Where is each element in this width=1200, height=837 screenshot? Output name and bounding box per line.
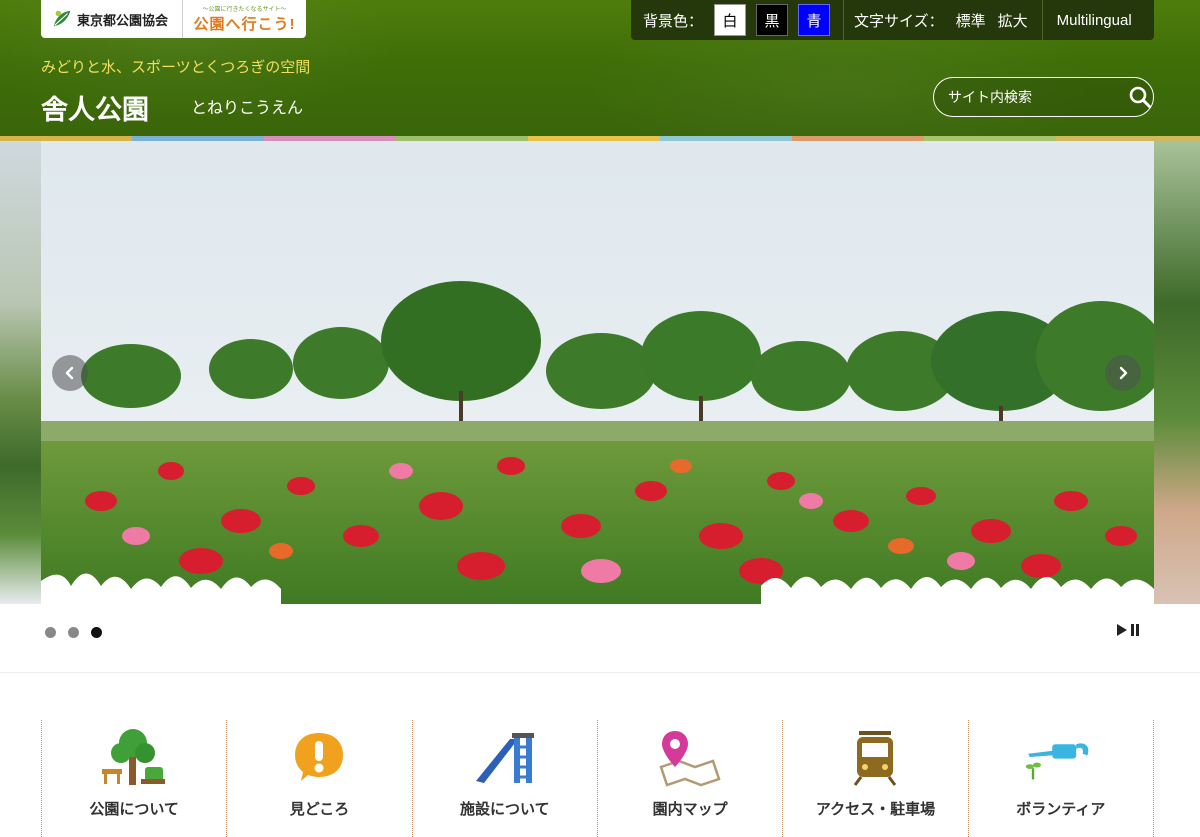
slider-dot-3[interactable] <box>91 627 102 638</box>
logo-box: 東京都公園協会 ～公園に行きたくなるサイト～ 公園へ行こう! <box>41 0 306 38</box>
pause-icon <box>1131 624 1139 636</box>
nav-label: 園内マップ <box>652 801 728 818</box>
hero-slider <box>0 141 1200 604</box>
nav-highlights[interactable]: 見どころ <box>226 720 411 837</box>
site-logo-link[interactable]: ～公園に行きたくなるサイト～ 公園へ行こう! <box>183 0 306 38</box>
next-slide-peek <box>1154 141 1200 604</box>
nav-label: 施設について <box>460 801 550 818</box>
nav-volunteer[interactable]: ボランティア <box>967 720 1154 837</box>
bg-white-button[interactable]: 白 <box>714 4 747 36</box>
nav-about-park[interactable]: 公園について <box>41 720 226 837</box>
org-logo-link[interactable]: 東京都公園協会 <box>41 0 183 38</box>
search-input[interactable] <box>948 89 1129 105</box>
search-box <box>933 77 1154 117</box>
slider-dots <box>45 627 102 638</box>
slide-image <box>41 141 1154 604</box>
nav-park-map[interactable]: 園内マップ <box>596 720 782 837</box>
nav-label: 見どころ <box>289 801 350 818</box>
slider-next-button[interactable] <box>1105 355 1141 391</box>
chevron-right-icon <box>1119 366 1128 380</box>
watering-can-icon <box>1025 743 1089 780</box>
tree-bench-icon <box>102 729 166 785</box>
site-name: 公園へ行こう! <box>193 16 296 33</box>
bg-blue-button[interactable]: 青 <box>798 4 831 36</box>
multilingual-link[interactable]: Multilingual <box>1051 12 1138 29</box>
slider-dot-1[interactable] <box>45 627 56 638</box>
bg-black-button[interactable]: 黒 <box>756 4 789 36</box>
park-tagline: みどりと水、スポーツとくつろぎの空間 <box>41 59 311 76</box>
search-icon <box>1129 86 1151 108</box>
exclamation-bubble-icon <box>295 733 344 781</box>
slider-controls <box>0 604 1200 666</box>
park-name-reading: とねりこうえん <box>191 100 304 117</box>
font-size-standard-button[interactable]: 標準 <box>950 10 992 31</box>
slide-icon <box>475 733 534 783</box>
chevron-left-icon <box>65 366 74 380</box>
font-size-large-button[interactable]: 拡大 <box>992 10 1034 31</box>
nav-facilities[interactable]: 施設について <box>411 720 597 837</box>
train-icon <box>854 731 897 786</box>
nav-access-parking[interactable]: アクセス・駐車場 <box>782 720 967 837</box>
main-nav: 公園について 見どころ 施設について 園内マップ アクセス・駐車場 ボランティア <box>41 720 1154 837</box>
page-title: 舎人公園 <box>41 95 149 125</box>
prev-slide-peek <box>0 141 41 604</box>
bg-color-label: 背景色： <box>643 12 704 30</box>
play-icon <box>1117 624 1127 636</box>
nav-label: アクセス・駐車場 <box>815 801 936 818</box>
park-flower-photo <box>41 141 1154 604</box>
font-size-label: 文字サイズ： <box>854 12 944 30</box>
nav-label: ボランティア <box>1016 801 1106 818</box>
org-name: 東京都公園協会 <box>77 12 169 28</box>
util-separator <box>1041 0 1043 40</box>
util-separator <box>843 0 845 40</box>
map-pin-icon <box>659 731 721 787</box>
slider-prev-button[interactable] <box>52 355 88 391</box>
play-pause-button[interactable] <box>1117 624 1140 636</box>
utility-bar: 背景色： 白 黒 青 文字サイズ： 標準 拡大 Multilingual <box>631 0 1154 40</box>
slider-dot-2[interactable] <box>68 627 79 638</box>
leaf-logo-icon <box>53 10 71 27</box>
site-header: 東京都公園協会 ～公園に行きたくなるサイト～ 公園へ行こう! 背景色： 白 黒 … <box>0 0 1200 136</box>
nav-label: 公園について <box>89 801 179 818</box>
section-divider <box>0 672 1200 673</box>
search-button[interactable] <box>1129 84 1151 110</box>
site-tagline: ～公園に行きたくなるサイト～ <box>202 6 287 13</box>
